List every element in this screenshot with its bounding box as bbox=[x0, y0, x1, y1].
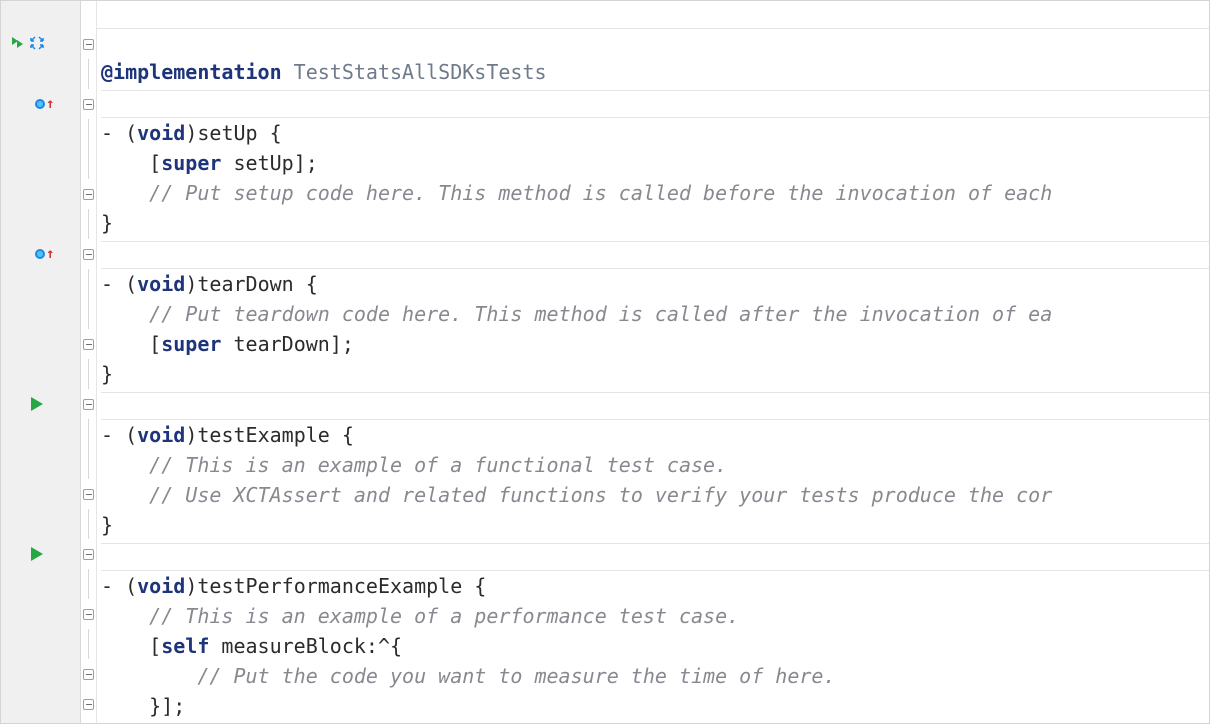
code-line[interactable]: }]; bbox=[101, 691, 1209, 721]
code-line[interactable]: [self measureBlock:^{ bbox=[101, 631, 1209, 661]
code-line[interactable]: } bbox=[101, 721, 1209, 723]
code-line[interactable]: // This is an example of a functional te… bbox=[101, 450, 1209, 480]
gutter: ↑ ↑ bbox=[1, 1, 81, 723]
fold-end-icon[interactable] bbox=[83, 669, 94, 680]
fold-handle-icon[interactable] bbox=[83, 549, 94, 560]
run-all-icon[interactable] bbox=[9, 29, 25, 59]
code-line[interactable]: [super tearDown]; bbox=[101, 329, 1209, 359]
code-editor: ↑ ↑ bbox=[1, 1, 1209, 723]
fold-handle-icon[interactable] bbox=[83, 39, 94, 50]
gutter-row-testexample bbox=[1, 389, 80, 419]
gutter-row-testperf bbox=[1, 539, 80, 569]
override-icon[interactable]: ↑ bbox=[35, 249, 54, 259]
run-test-icon[interactable] bbox=[31, 397, 43, 411]
code-line[interactable]: - (void)testPerformanceExample { bbox=[101, 571, 1209, 601]
code-line[interactable]: [super setUp]; bbox=[101, 148, 1209, 178]
code-line[interactable]: @implementation TestStatsAllSDKsTests bbox=[101, 57, 1209, 87]
code-line[interactable]: - (void)tearDown { bbox=[101, 269, 1209, 299]
run-test-icon[interactable] bbox=[31, 547, 43, 561]
fold-end-icon[interactable] bbox=[83, 699, 94, 710]
code-area[interactable]: @implementation TestStatsAllSDKsTests - … bbox=[97, 1, 1209, 723]
code-line[interactable]: } bbox=[101, 510, 1209, 540]
code-line[interactable]: - (void)testExample { bbox=[101, 420, 1209, 450]
gutter-row-setup: ↑ bbox=[1, 89, 80, 119]
fold-end-icon[interactable] bbox=[83, 489, 94, 500]
code-line[interactable]: } bbox=[101, 208, 1209, 238]
fold-handle-icon[interactable] bbox=[83, 249, 94, 260]
code-line[interactable]: // Put the code you want to measure the … bbox=[101, 661, 1209, 691]
code-line[interactable]: // This is an example of a performance t… bbox=[101, 601, 1209, 631]
fold-handle-icon[interactable] bbox=[83, 399, 94, 410]
code-line[interactable]: // Put setup code here. This method is c… bbox=[101, 178, 1209, 208]
code-line[interactable]: // Put teardown code here. This method i… bbox=[101, 299, 1209, 329]
expand-icon[interactable] bbox=[29, 29, 45, 59]
fold-column bbox=[81, 1, 97, 723]
fold-handle-icon[interactable] bbox=[83, 99, 94, 110]
gutter-row-impl bbox=[1, 29, 80, 59]
code-line[interactable]: // Use XCTAssert and related functions t… bbox=[101, 480, 1209, 510]
code-line[interactable]: } bbox=[101, 359, 1209, 389]
override-icon[interactable]: ↑ bbox=[35, 99, 54, 109]
gutter-row-teardown: ↑ bbox=[1, 239, 80, 269]
code-line[interactable]: - (void)setUp { bbox=[101, 118, 1209, 148]
fold-handle-icon[interactable] bbox=[83, 609, 94, 620]
fold-end-icon[interactable] bbox=[83, 339, 94, 350]
fold-end-icon[interactable] bbox=[83, 189, 94, 200]
